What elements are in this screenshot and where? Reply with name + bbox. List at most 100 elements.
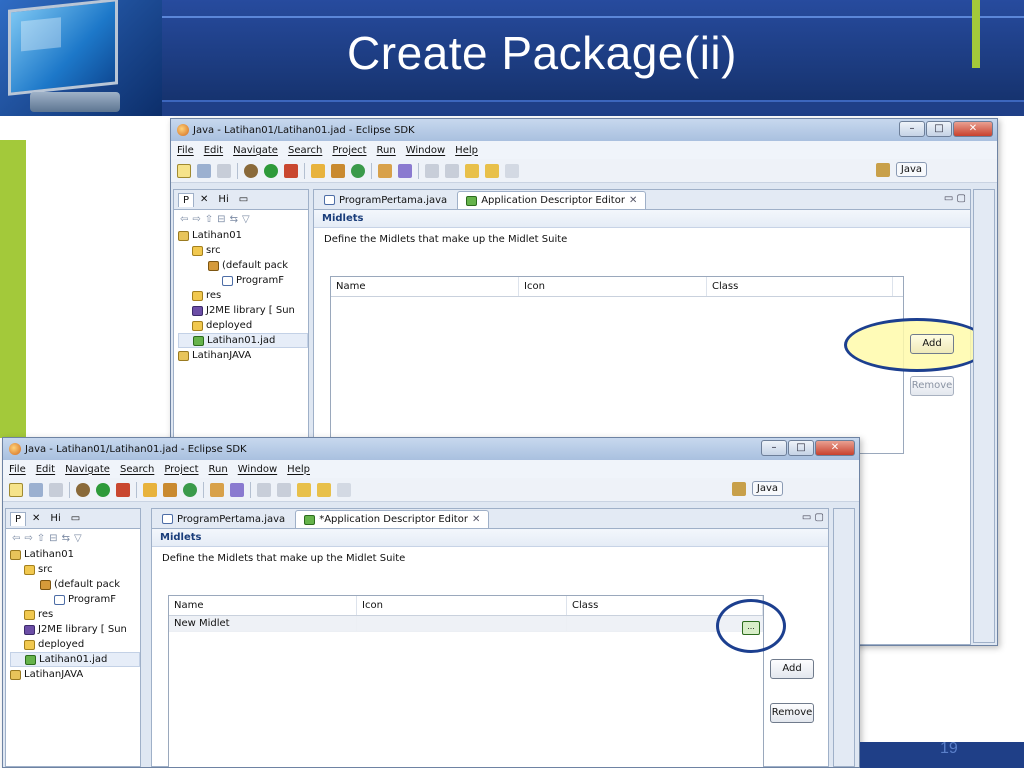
tab-application-descriptor[interactable]: *Application Descriptor Editor ✕	[295, 510, 490, 528]
link-editor-icon[interactable]: ⇆	[62, 533, 70, 544]
tree-item[interactable]: ProgramF	[178, 273, 308, 288]
maximize-button[interactable]: □	[926, 121, 952, 137]
search-icon[interactable]	[398, 163, 412, 178]
tree-item[interactable]: LatihanJAVA	[178, 348, 308, 363]
remove-button[interactable]: Remove	[770, 703, 814, 723]
column-header-name[interactable]: Name	[331, 277, 519, 296]
next-annotation-icon[interactable]	[257, 482, 271, 497]
browse-ellipsis-button[interactable]: ...	[742, 621, 760, 635]
external-tools-icon[interactable]	[284, 163, 298, 178]
tree-item[interactable]: Latihan01.jad	[10, 652, 140, 667]
close-button[interactable]: ✕	[815, 440, 855, 456]
new-java-project-icon[interactable]	[143, 482, 157, 497]
menu-project[interactable]: Project	[332, 145, 366, 156]
remove-button[interactable]: Remove	[910, 376, 954, 396]
table-row[interactable]: New Midlet	[169, 616, 763, 632]
tree-item[interactable]: src	[178, 243, 308, 258]
menu-edit[interactable]: Edit	[36, 464, 55, 475]
column-header-class[interactable]: Class	[707, 277, 893, 296]
debug-icon[interactable]	[244, 163, 258, 178]
close-icon[interactable]: ✕	[472, 514, 480, 525]
back-arrow-icon[interactable]: ⇦	[180, 214, 188, 225]
open-type-icon[interactable]	[378, 163, 392, 178]
open-perspective-icon[interactable]	[731, 481, 746, 496]
tab-program-pertama[interactable]: ProgramPertama.java	[154, 510, 293, 528]
back-arrow-icon[interactable]	[317, 482, 331, 497]
new-icon[interactable]	[177, 163, 191, 178]
up-folder-icon[interactable]: ⇧	[37, 533, 45, 544]
tree-item[interactable]: res	[10, 607, 140, 622]
tree-item[interactable]: J2ME library [ Sun	[10, 622, 140, 637]
maximize-button[interactable]: □	[788, 440, 814, 456]
close-icon[interactable]: ✕	[200, 194, 208, 205]
menu-edit[interactable]: Edit	[204, 145, 223, 156]
view-menu-icon[interactable]: ▽	[74, 533, 82, 544]
menu-project[interactable]: Project	[164, 464, 198, 475]
tree-item[interactable]: deployed	[178, 318, 308, 333]
menu-search[interactable]: Search	[120, 464, 154, 475]
open-perspective-icon[interactable]	[875, 162, 890, 177]
menu-file[interactable]: File	[9, 464, 26, 475]
eclipse-window-front[interactable]: Java - Latihan01/Latihan01.jad - Eclipse…	[2, 437, 860, 768]
close-icon[interactable]: ✕	[629, 195, 637, 206]
column-header-icon[interactable]: Icon	[357, 596, 567, 615]
prev-annotation-icon[interactable]	[445, 163, 459, 178]
print-icon[interactable]	[217, 163, 231, 178]
new-class-icon[interactable]	[351, 163, 365, 178]
up-folder-icon[interactable]: ⇧	[205, 214, 213, 225]
cell-icon[interactable]	[357, 616, 567, 631]
minimize-button[interactable]: –	[761, 440, 787, 456]
tree-item[interactable]: (default pack	[10, 577, 140, 592]
window-titlebar[interactable]: Java - Latihan01/Latihan01.jad - Eclipse…	[171, 119, 997, 141]
column-header-name[interactable]: Name	[169, 596, 357, 615]
tree-item[interactable]: ProgramF	[10, 592, 140, 607]
tree-item[interactable]: (default pack	[178, 258, 308, 273]
run-icon[interactable]	[96, 482, 110, 497]
minimize-button[interactable]: –	[899, 121, 925, 137]
cell-name[interactable]: New Midlet	[169, 616, 357, 631]
search-icon[interactable]	[230, 482, 244, 497]
tab-program-pertama[interactable]: ProgramPertama.java	[316, 191, 455, 209]
tab-package-explorer[interactable]: P	[178, 192, 195, 207]
open-type-icon[interactable]	[210, 482, 224, 497]
collapse-all-icon[interactable]: ⊟	[217, 214, 225, 225]
collapse-all-icon[interactable]: ⊟	[49, 533, 57, 544]
new-class-icon[interactable]	[183, 482, 197, 497]
close-icon[interactable]: ✕	[32, 513, 40, 524]
minimize-view-icon[interactable]: ▭ ▢	[802, 512, 824, 523]
minimize-view-icon[interactable]: ▭	[239, 194, 248, 205]
run-icon[interactable]	[264, 163, 278, 178]
link-editor-icon[interactable]: ⇆	[230, 214, 238, 225]
tree-item[interactable]: Latihan01.jad	[178, 333, 308, 348]
menu-navigate[interactable]: Navigate	[65, 464, 110, 475]
menu-navigate[interactable]: Navigate	[233, 145, 278, 156]
save-icon[interactable]	[197, 163, 211, 178]
midlets-table[interactable]: Name Icon Class	[330, 276, 904, 454]
menu-run[interactable]: Run	[377, 145, 396, 156]
forward-arrow-icon[interactable]: ⇨	[192, 214, 200, 225]
minimize-view-icon[interactable]: ▭ ▢	[944, 193, 966, 204]
tab-hierarchy[interactable]: Hi	[46, 512, 64, 525]
menu-search[interactable]: Search	[288, 145, 322, 156]
new-package-icon[interactable]	[163, 482, 177, 497]
tree-item[interactable]: res	[178, 288, 308, 303]
debug-icon[interactable]	[76, 482, 90, 497]
menu-window[interactable]: Window	[238, 464, 277, 475]
tab-application-descriptor[interactable]: Application Descriptor Editor ✕	[457, 191, 647, 209]
next-annotation-icon[interactable]	[425, 163, 439, 178]
new-package-icon[interactable]	[331, 163, 345, 178]
add-button[interactable]: Add	[910, 334, 954, 354]
forward-arrow-icon[interactable]: ⇨	[24, 533, 32, 544]
forward-arrow-icon[interactable]	[337, 482, 351, 497]
last-edit-icon[interactable]	[465, 163, 479, 178]
menu-help[interactable]: Help	[287, 464, 310, 475]
back-arrow-icon[interactable]: ⇦	[12, 533, 20, 544]
prev-annotation-icon[interactable]	[277, 482, 291, 497]
java-perspective-button[interactable]: Java	[751, 481, 783, 496]
column-header-icon[interactable]: Icon	[519, 277, 707, 296]
forward-arrow-icon[interactable]	[505, 163, 519, 178]
new-java-project-icon[interactable]	[311, 163, 325, 178]
external-tools-icon[interactable]	[116, 482, 130, 497]
new-icon[interactable]	[9, 482, 23, 497]
save-icon[interactable]	[29, 482, 43, 497]
